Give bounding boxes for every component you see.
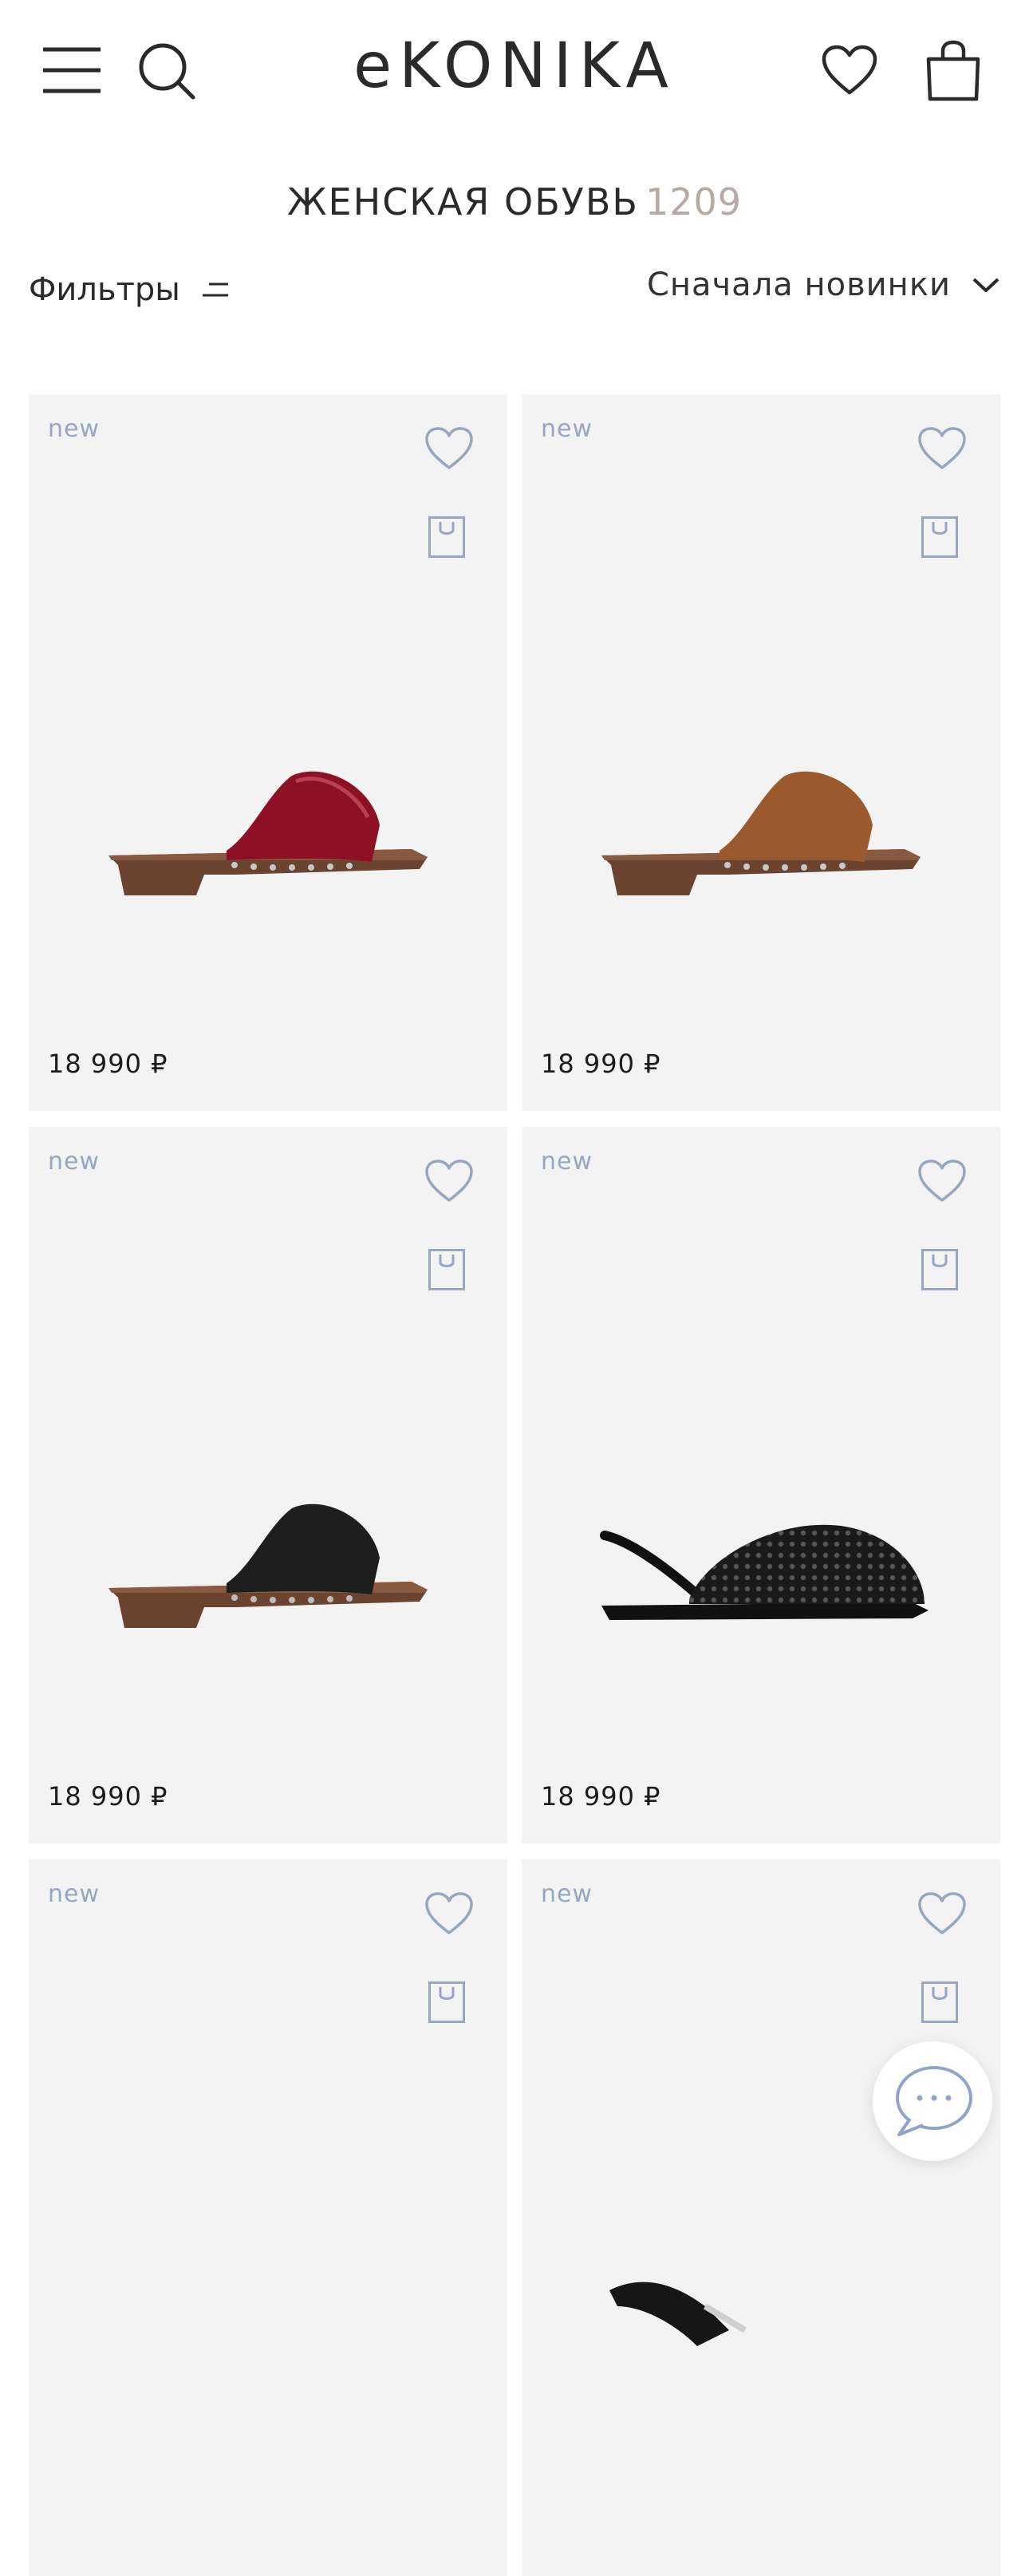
product-image	[585, 761, 936, 909]
add-to-cart-button[interactable]	[921, 1248, 959, 1295]
add-to-cart-button[interactable]	[921, 1981, 959, 2028]
add-to-favorites-button[interactable]	[424, 1891, 474, 1940]
add-to-cart-button[interactable]	[428, 1248, 466, 1295]
new-badge: new	[48, 415, 101, 443]
heart-icon	[425, 427, 473, 469]
add-to-favorites-button[interactable]	[917, 1159, 967, 1207]
product-price: 18 990 ₽	[48, 1781, 168, 1811]
chat-bubble-icon	[896, 2066, 972, 2136]
product-image	[585, 2226, 936, 2374]
heart-icon	[918, 1160, 966, 1202]
product-image	[93, 761, 444, 909]
favorites-button[interactable]	[822, 45, 877, 96]
product-card[interactable]: new 18 990 ₽	[29, 394, 507, 1111]
product-price: 18 990 ₽	[48, 1049, 168, 1079]
bag-icon	[921, 1981, 958, 2023]
page-title: ЖЕНСКАЯ ОБУВЬ 1209	[0, 180, 1029, 223]
new-badge: new	[48, 1880, 101, 1908]
bag-icon	[921, 1249, 958, 1290]
product-price: 18 990 ₽	[541, 1781, 661, 1811]
heart-icon	[822, 45, 877, 95]
cart-button[interactable]	[925, 40, 981, 102]
product-count: 1209	[645, 180, 743, 223]
sort-dropdown[interactable]: Сначала новинки	[647, 267, 1000, 303]
filters-label: Фильтры	[29, 271, 180, 308]
product-image	[93, 1494, 444, 1642]
bag-icon	[921, 516, 958, 558]
add-to-favorites-button[interactable]	[424, 426, 474, 475]
sort-label: Сначала новинки	[646, 267, 951, 303]
product-card[interactable]: new 18 990 ₽	[29, 1127, 507, 1843]
product-card[interactable]: new 18 990 ₽	[522, 394, 1000, 1111]
add-to-cart-button[interactable]	[921, 516, 959, 563]
new-badge: new	[541, 415, 593, 443]
filter-lines-icon	[202, 282, 228, 297]
heart-icon	[425, 1892, 473, 1934]
top-header: eKONIKA	[0, 0, 1029, 144]
heart-icon	[918, 427, 966, 469]
new-badge: new	[48, 1148, 101, 1175]
product-image	[585, 1494, 936, 1642]
chat-button[interactable]	[873, 2041, 992, 2161]
add-to-cart-button[interactable]	[428, 1981, 466, 2028]
add-to-favorites-button[interactable]	[917, 1891, 967, 1940]
product-card[interactable]: new 18 990 ₽	[522, 1127, 1000, 1843]
product-card[interactable]: new	[522, 1859, 1000, 2576]
bag-icon	[926, 40, 980, 101]
filters-button[interactable]: Фильтры	[29, 271, 230, 308]
chevron-down-icon	[972, 278, 999, 292]
add-to-favorites-button[interactable]	[917, 426, 967, 475]
heart-icon	[918, 1892, 966, 1934]
new-badge: new	[541, 1880, 593, 1908]
bag-icon	[428, 1249, 465, 1290]
heart-icon	[425, 1160, 473, 1202]
add-to-favorites-button[interactable]	[424, 1159, 474, 1207]
category-title: ЖЕНСКАЯ ОБУВЬ	[286, 180, 639, 223]
new-badge: new	[541, 1148, 593, 1175]
bag-icon	[428, 1981, 465, 2023]
product-card[interactable]: new	[29, 1859, 507, 2576]
add-to-cart-button[interactable]	[428, 516, 466, 563]
product-price: 18 990 ₽	[541, 1049, 661, 1079]
bag-icon	[428, 516, 465, 558]
